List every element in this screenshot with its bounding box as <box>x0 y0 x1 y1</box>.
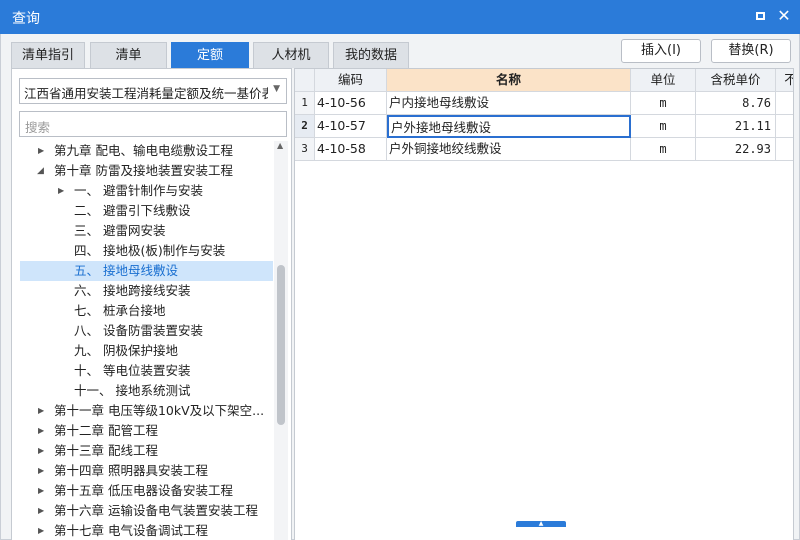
tree-node[interactable]: 七、 桩承台接地 <box>20 301 273 321</box>
panel-collapse-handle[interactable]: ▲ <box>516 521 566 527</box>
tree-node[interactable]: 十一、 接地系统测试 <box>20 381 273 401</box>
column-header-name[interactable]: 名称 <box>387 69 631 92</box>
title-bar: 查询 ✕ <box>0 0 800 34</box>
expand-icon[interactable]: ▶ <box>38 401 44 421</box>
price-cell[interactable]: 8.76 <box>696 92 776 115</box>
unit-cell[interactable]: m <box>631 115 696 138</box>
tree-node[interactable]: 四、 接地极(板)制作与安装 <box>20 241 273 261</box>
search-placeholder: 搜索 <box>25 120 51 135</box>
extra-cell[interactable] <box>776 138 793 161</box>
tab-qingdan[interactable]: 清单 <box>90 42 167 68</box>
maximize-icon[interactable] <box>752 7 770 25</box>
name-cell[interactable]: 户内接地母线敷设 <box>387 92 631 115</box>
tree-node[interactable]: ▶ 一、 避雷针制作与安装 <box>20 181 273 201</box>
dropdown-arrow-icon[interactable]: ▼ <box>273 84 280 94</box>
tree-node[interactable]: ▶ 第十七章 电气设备调试工程 <box>20 521 273 540</box>
tab-qingdan-zhiyin[interactable]: 清单指引 <box>11 42 85 68</box>
collapse-icon[interactable]: ◢ <box>37 161 44 181</box>
tree-node[interactable]: ▶ 第九章 配电、输电电缆敷设工程 <box>20 141 273 161</box>
close-icon[interactable]: ✕ <box>775 7 793 25</box>
expand-icon[interactable]: ▶ <box>58 181 64 201</box>
search-input[interactable]: 搜索 <box>19 111 287 137</box>
insert-button[interactable]: 插入(I) <box>621 39 701 63</box>
results-panel: 编码 名称 单位 含税单价 不 1 4-10-56 户内接地母线敷设 m 8.7… <box>294 68 794 540</box>
column-header-partial[interactable]: 不 <box>776 69 793 92</box>
row-number[interactable]: 1 <box>295 92 315 115</box>
tree-node[interactable]: 二、 避雷引下线敷设 <box>20 201 273 221</box>
code-cell[interactable]: 4-10-57 <box>315 115 387 138</box>
tree-node[interactable]: ▶ 第十四章 照明器具安装工程 <box>20 461 273 481</box>
column-header-price[interactable]: 含税单价 <box>696 69 776 92</box>
dialog-body: 清单指引 清单 定额 人材机 我的数据 插入(I) 替换(R) 江西省通用安装工… <box>0 34 800 540</box>
code-cell[interactable]: 4-10-56 <box>315 92 387 115</box>
unit-cell[interactable]: m <box>631 138 696 161</box>
expand-icon[interactable]: ▶ <box>38 461 44 481</box>
scroll-up-icon[interactable]: ▲ <box>277 141 283 150</box>
extra-cell[interactable] <box>776 92 793 115</box>
row-number[interactable]: 2 <box>295 115 315 138</box>
tab-rencaiji[interactable]: 人材机 <box>253 42 329 68</box>
expand-icon[interactable]: ▶ <box>38 421 44 441</box>
tree-node[interactable]: 八、 设备防雷装置安装 <box>20 321 273 341</box>
expand-icon[interactable]: ▶ <box>38 501 44 521</box>
tree-node[interactable]: 九、 阴极保护接地 <box>20 341 273 361</box>
price-cell[interactable]: 22.93 <box>696 138 776 161</box>
tab-my-data[interactable]: 我的数据 <box>333 42 409 68</box>
expand-icon[interactable]: ▶ <box>38 521 44 540</box>
extra-cell[interactable] <box>776 115 793 138</box>
left-panel: 江西省通用安装工程消耗量定额及统一基价表( ▼ 搜索 ▶ 第九章 配电、输电电缆敷… <box>11 68 292 540</box>
row-header-corner <box>295 69 315 92</box>
expand-icon[interactable]: ▶ <box>38 141 44 161</box>
tree-node[interactable]: ▶ 第十六章 运输设备电气装置安装工程 <box>20 501 273 521</box>
library-select[interactable]: 江西省通用安装工程消耗量定额及统一基价表( ▼ <box>19 78 287 104</box>
row-number[interactable]: 3 <box>295 138 315 161</box>
tree-node[interactable]: ◢ 第十章 防雷及接地装置安装工程 <box>20 161 273 181</box>
expand-icon[interactable]: ▶ <box>38 481 44 501</box>
tree-node-selected[interactable]: 五、 接地母线敷设 <box>20 261 273 281</box>
chapter-tree: ▶ 第九章 配电、输电电缆敷设工程 ◢ 第十章 防雷及接地装置安装工程 ▶ 一、 避雷… <box>20 141 273 540</box>
window-title: 查询 <box>12 11 40 27</box>
price-cell[interactable]: 21.11 <box>696 115 776 138</box>
name-cell[interactable]: 户外铜接地绞线敷设 <box>387 138 631 161</box>
library-select-value: 江西省通用安装工程消耗量定额及统一基价表( <box>24 86 268 101</box>
tree-scrollbar[interactable]: ▲ ▼ <box>274 141 288 540</box>
tree-node[interactable]: ▶ 第十一章 电压等级10kV及以下架空... <box>20 401 273 421</box>
scroll-thumb[interactable] <box>277 265 285 425</box>
tree-node[interactable]: 六、 接地跨接线安装 <box>20 281 273 301</box>
column-header-code[interactable]: 编码 <box>315 69 387 92</box>
expand-icon[interactable]: ▶ <box>38 441 44 461</box>
tree-node[interactable]: ▶ 第十二章 配管工程 <box>20 421 273 441</box>
tree-node[interactable]: ▶ 第十三章 配线工程 <box>20 441 273 461</box>
tree-node[interactable]: ▶ 第十五章 低压电器设备安装工程 <box>20 481 273 501</box>
column-header-unit[interactable]: 单位 <box>631 69 696 92</box>
tree-node[interactable]: 三、 避雷网安装 <box>20 221 273 241</box>
tree-node[interactable]: 十、 等电位装置安装 <box>20 361 273 381</box>
code-cell[interactable]: 4-10-58 <box>315 138 387 161</box>
tab-dinge[interactable]: 定额 <box>171 42 249 68</box>
unit-cell[interactable]: m <box>631 92 696 115</box>
replace-button[interactable]: 替换(R) <box>711 39 791 63</box>
name-cell-focused[interactable]: 户外接地母线敷设 <box>387 115 631 138</box>
